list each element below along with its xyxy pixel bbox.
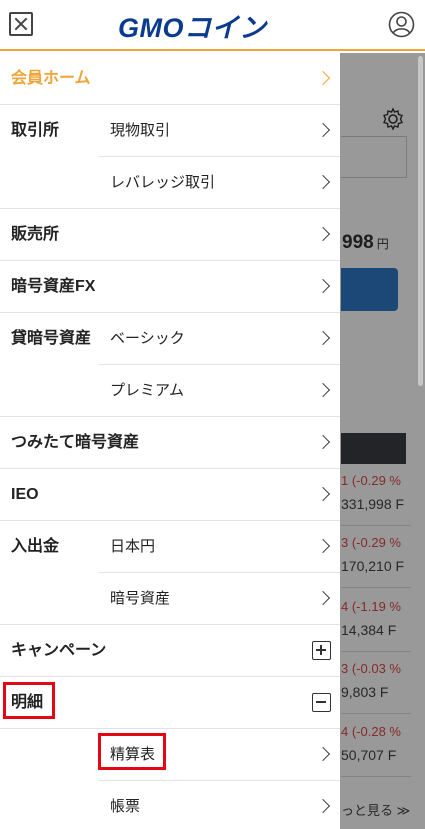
chevron-right-icon (315, 278, 331, 294)
menu-sub-label: 帳票 (110, 798, 141, 815)
chevron-right-icon (315, 486, 331, 502)
menu-item-lending-premium[interactable]: プレミアム (0, 365, 340, 417)
gmo-coin-logo[interactable]: GMOコイン (118, 8, 267, 43)
menu-item-deposit-crypto[interactable]: 暗号資産 (0, 573, 340, 625)
highlight-box-statements (3, 682, 55, 719)
menu-sub-label: 暗号資産 (110, 590, 171, 607)
menu-item-campaign[interactable]: キャンペーン (0, 625, 340, 677)
menu-category-label: 取引所 (11, 122, 60, 139)
app-header: GMOコイン (0, 0, 425, 51)
highlight-box-settlement-sheet (98, 733, 166, 770)
menu-category-label: 暗号資産FX (11, 278, 96, 295)
user-icon[interactable] (388, 11, 415, 38)
scrollbar[interactable] (418, 56, 423, 386)
chevron-right-icon (315, 434, 331, 450)
menu-category-label: キャンペーン (11, 642, 107, 659)
menu-category-label: 入出金 (11, 538, 60, 555)
menu-item-leverage-trading[interactable]: レバレッジ取引 (0, 157, 340, 209)
menu-category-label: IEO (11, 486, 39, 503)
menu-sub-label: 現物取引 (110, 122, 171, 139)
chevron-right-icon (315, 174, 331, 190)
menu-item-crypto-fx[interactable]: 暗号資産FX (0, 261, 340, 313)
close-icon[interactable] (9, 12, 33, 36)
chevron-right-icon (315, 226, 331, 242)
chevron-right-icon (315, 122, 331, 138)
menu-item-sales-desk[interactable]: 販売所 (0, 209, 340, 261)
dim-overlay[interactable] (340, 53, 425, 829)
chevron-right-icon (315, 798, 331, 814)
menu-item-settlement-sheet[interactable]: 精算表 (0, 729, 340, 781)
chevron-right-icon (315, 590, 331, 606)
menu-sub-label: ベーシック (110, 330, 185, 347)
menu-item-deposit-jpy[interactable]: 入出金 日本円 (0, 521, 340, 573)
menu-item-lending-basic[interactable]: 貸暗号資産 ベーシック (0, 313, 340, 365)
menu-item-accumulation[interactable]: つみたて暗号資産 (0, 417, 340, 469)
menu-item-spot-trading[interactable]: 取引所 現物取引 (0, 105, 340, 157)
menu-sub-label: プレミアム (110, 382, 184, 399)
chevron-right-icon (315, 330, 331, 346)
side-menu: 会員ホーム 取引所 現物取引 レバレッジ取引 販売所 暗号資産FX 貸暗号資産 … (0, 53, 340, 829)
collapse-icon[interactable] (312, 693, 331, 712)
menu-item-reports[interactable]: 帳票 (0, 781, 340, 829)
chevron-right-icon (315, 538, 331, 554)
logo-text: GMOコイン (118, 12, 267, 43)
chevron-right-icon (315, 746, 331, 762)
chevron-right-icon (315, 70, 331, 86)
menu-sub-label: レバレッジ取引 (110, 174, 216, 191)
chevron-right-icon (315, 382, 331, 398)
menu-item-ieo[interactable]: IEO (0, 469, 340, 521)
menu-category-label: 貸暗号資産 (11, 330, 92, 347)
expand-icon[interactable] (312, 641, 331, 660)
menu-sub-label: 日本円 (110, 538, 156, 555)
menu-category-label: つみたて暗号資産 (11, 434, 140, 451)
menu-category-label: 販売所 (11, 226, 60, 243)
menu-item-member-home[interactable]: 会員ホーム (0, 53, 340, 105)
menu-category-label: 会員ホーム (11, 70, 91, 87)
